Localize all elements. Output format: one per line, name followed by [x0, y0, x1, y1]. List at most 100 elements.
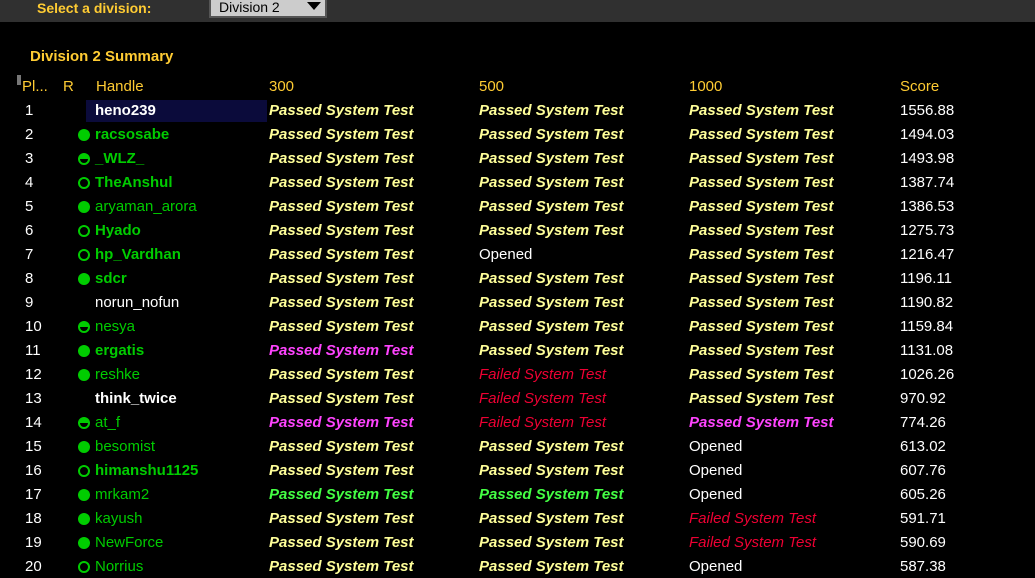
handle-cell[interactable]: at_f — [95, 411, 120, 435]
problem-status-300[interactable]: Passed System Test — [269, 411, 414, 435]
handle-cell[interactable]: ergatis — [95, 339, 144, 363]
problem-status-1000[interactable]: Failed System Test — [689, 507, 816, 531]
col-header-place[interactable]: Pl... — [22, 75, 48, 99]
problem-status-1000[interactable]: Passed System Test — [689, 195, 834, 219]
handle-cell[interactable]: Hyado — [95, 219, 141, 243]
table-row[interactable]: 5 aryaman_arora Passed System Test Passed S… — [17, 195, 1035, 219]
problem-status-300[interactable]: Passed System Test — [269, 99, 414, 123]
table-row[interactable]: 19 NewForce Passed System Test Passed Syste… — [17, 531, 1035, 555]
table-row[interactable]: 16 himanshu1125 Passed System Test Passed S… — [17, 459, 1035, 483]
problem-status-1000[interactable]: Passed System Test — [689, 219, 834, 243]
handle-cell[interactable]: mrkam2 — [95, 483, 149, 507]
col-header-handle[interactable]: Handle — [96, 75, 144, 99]
problem-status-1000[interactable]: Passed System Test — [689, 315, 834, 339]
problem-status-500[interactable]: Failed System Test — [479, 387, 606, 411]
table-row[interactable]: 10 nesya Passed System Test Passed System T… — [17, 315, 1035, 339]
problem-status-1000[interactable]: Passed System Test — [689, 99, 834, 123]
handle-cell[interactable]: hp_Vardhan — [95, 243, 181, 267]
handle-cell[interactable]: nesya — [95, 315, 135, 339]
handle-cell[interactable]: think_twice — [95, 387, 177, 411]
handle-cell[interactable]: racsosabe — [95, 123, 169, 147]
problem-status-1000[interactable]: Passed System Test — [689, 339, 834, 363]
handle-cell[interactable]: norun_nofun — [95, 291, 179, 315]
col-header-300[interactable]: 300 — [269, 75, 294, 99]
problem-status-300[interactable]: Passed System Test — [269, 219, 414, 243]
problem-status-500[interactable]: Passed System Test — [479, 339, 624, 363]
problem-status-1000[interactable]: Passed System Test — [689, 147, 834, 171]
problem-status-1000[interactable]: Failed System Test — [689, 531, 816, 555]
problem-status-1000[interactable]: Opened — [689, 555, 742, 578]
table-row[interactable]: 2 racsosabe Passed System Test Passed Syste… — [17, 123, 1035, 147]
table-row[interactable]: 1 heno239 Passed System Test Passed System … — [17, 99, 1035, 123]
table-row[interactable]: 20 Norrius Passed System Test Passed System… — [17, 555, 1035, 578]
division-select[interactable]: Division 2 — [209, 0, 327, 18]
problem-status-300[interactable]: Passed System Test — [269, 315, 414, 339]
table-row[interactable]: 17 mrkam2 Passed System Test Passed System … — [17, 483, 1035, 507]
problem-status-300[interactable]: Passed System Test — [269, 339, 414, 363]
problem-status-500[interactable]: Passed System Test — [479, 147, 624, 171]
problem-status-300[interactable]: Passed System Test — [269, 291, 414, 315]
problem-status-1000[interactable]: Passed System Test — [689, 411, 834, 435]
table-row[interactable]: 13 think_twice Passed System Test Failed Sy… — [17, 387, 1035, 411]
problem-status-300[interactable]: Passed System Test — [269, 147, 414, 171]
problem-status-500[interactable]: Passed System Test — [479, 291, 624, 315]
col-header-1000[interactable]: 1000 — [689, 75, 722, 99]
problem-status-300[interactable]: Passed System Test — [269, 267, 414, 291]
problem-status-500[interactable]: Passed System Test — [479, 507, 624, 531]
problem-status-500[interactable]: Passed System Test — [479, 555, 624, 578]
col-header-500[interactable]: 500 — [479, 75, 504, 99]
handle-cell[interactable]: himanshu1125 — [95, 459, 198, 483]
problem-status-500[interactable]: Failed System Test — [479, 411, 606, 435]
problem-status-500[interactable]: Passed System Test — [479, 531, 624, 555]
handle-cell[interactable]: heno239 — [95, 99, 156, 123]
problem-status-500[interactable]: Passed System Test — [479, 435, 624, 459]
problem-status-300[interactable]: Passed System Test — [269, 171, 414, 195]
table-row[interactable]: 12 reshke Passed System Test Failed System … — [17, 363, 1035, 387]
table-row[interactable]: 8 sdcr Passed System Test Passed System Tes… — [17, 267, 1035, 291]
problem-status-500[interactable]: Passed System Test — [479, 459, 624, 483]
problem-status-1000[interactable]: Passed System Test — [689, 291, 834, 315]
handle-cell[interactable]: reshke — [95, 363, 140, 387]
problem-status-1000[interactable]: Opened — [689, 459, 742, 483]
problem-status-500[interactable]: Passed System Test — [479, 171, 624, 195]
table-row[interactable]: 6 Hyado Passed System Test Passed System Te… — [17, 219, 1035, 243]
problem-status-500[interactable]: Passed System Test — [479, 315, 624, 339]
problem-status-300[interactable]: Passed System Test — [269, 387, 414, 411]
problem-status-300[interactable]: Passed System Test — [269, 531, 414, 555]
col-header-rank[interactable]: R — [63, 75, 74, 99]
problem-status-500[interactable]: Passed System Test — [479, 123, 624, 147]
problem-status-500[interactable]: Passed System Test — [479, 195, 624, 219]
problem-status-500[interactable]: Failed System Test — [479, 363, 606, 387]
handle-cell[interactable]: aryaman_arora — [95, 195, 197, 219]
handle-cell[interactable]: Norrius — [95, 555, 143, 578]
problem-status-500[interactable]: Passed System Test — [479, 219, 624, 243]
problem-status-500[interactable]: Passed System Test — [479, 99, 624, 123]
col-header-score[interactable]: Score — [900, 75, 939, 99]
problem-status-1000[interactable]: Passed System Test — [689, 267, 834, 291]
handle-cell[interactable]: besomist — [95, 435, 155, 459]
problem-status-1000[interactable]: Passed System Test — [689, 363, 834, 387]
problem-status-300[interactable]: Passed System Test — [269, 363, 414, 387]
handle-cell[interactable]: sdcr — [95, 267, 127, 291]
table-row[interactable]: 3 _WLZ_ Passed System Test Passed System Te… — [17, 147, 1035, 171]
handle-cell[interactable]: kayush — [95, 507, 143, 531]
problem-status-1000[interactable]: Opened — [689, 483, 742, 507]
problem-status-300[interactable]: Passed System Test — [269, 483, 414, 507]
problem-status-300[interactable]: Passed System Test — [269, 507, 414, 531]
table-row[interactable]: 18 kayush Passed System Test Passed System … — [17, 507, 1035, 531]
problem-status-300[interactable]: Passed System Test — [269, 195, 414, 219]
table-row[interactable]: 4 TheAnshul Passed System Test Passed Syste… — [17, 171, 1035, 195]
table-row[interactable]: 9 norun_nofun Passed System Test Passed Sys… — [17, 291, 1035, 315]
problem-status-500[interactable]: Passed System Test — [479, 483, 624, 507]
problem-status-1000[interactable]: Passed System Test — [689, 387, 834, 411]
chevron-down-icon[interactable] — [307, 2, 321, 10]
problem-status-300[interactable]: Passed System Test — [269, 555, 414, 578]
problem-status-300[interactable]: Passed System Test — [269, 123, 414, 147]
problem-status-1000[interactable]: Opened — [689, 435, 742, 459]
table-row[interactable]: 11 ergatis Passed System Test Passed System… — [17, 339, 1035, 363]
handle-cell[interactable]: _WLZ_ — [95, 147, 144, 171]
table-row[interactable]: 7 hp_Vardhan Passed System Test Opened Passe… — [17, 243, 1035, 267]
handle-cell[interactable]: TheAnshul — [95, 171, 173, 195]
problem-status-500[interactable]: Passed System Test — [479, 267, 624, 291]
table-row[interactable]: 15 besomist Passed System Test Passed Syste… — [17, 435, 1035, 459]
